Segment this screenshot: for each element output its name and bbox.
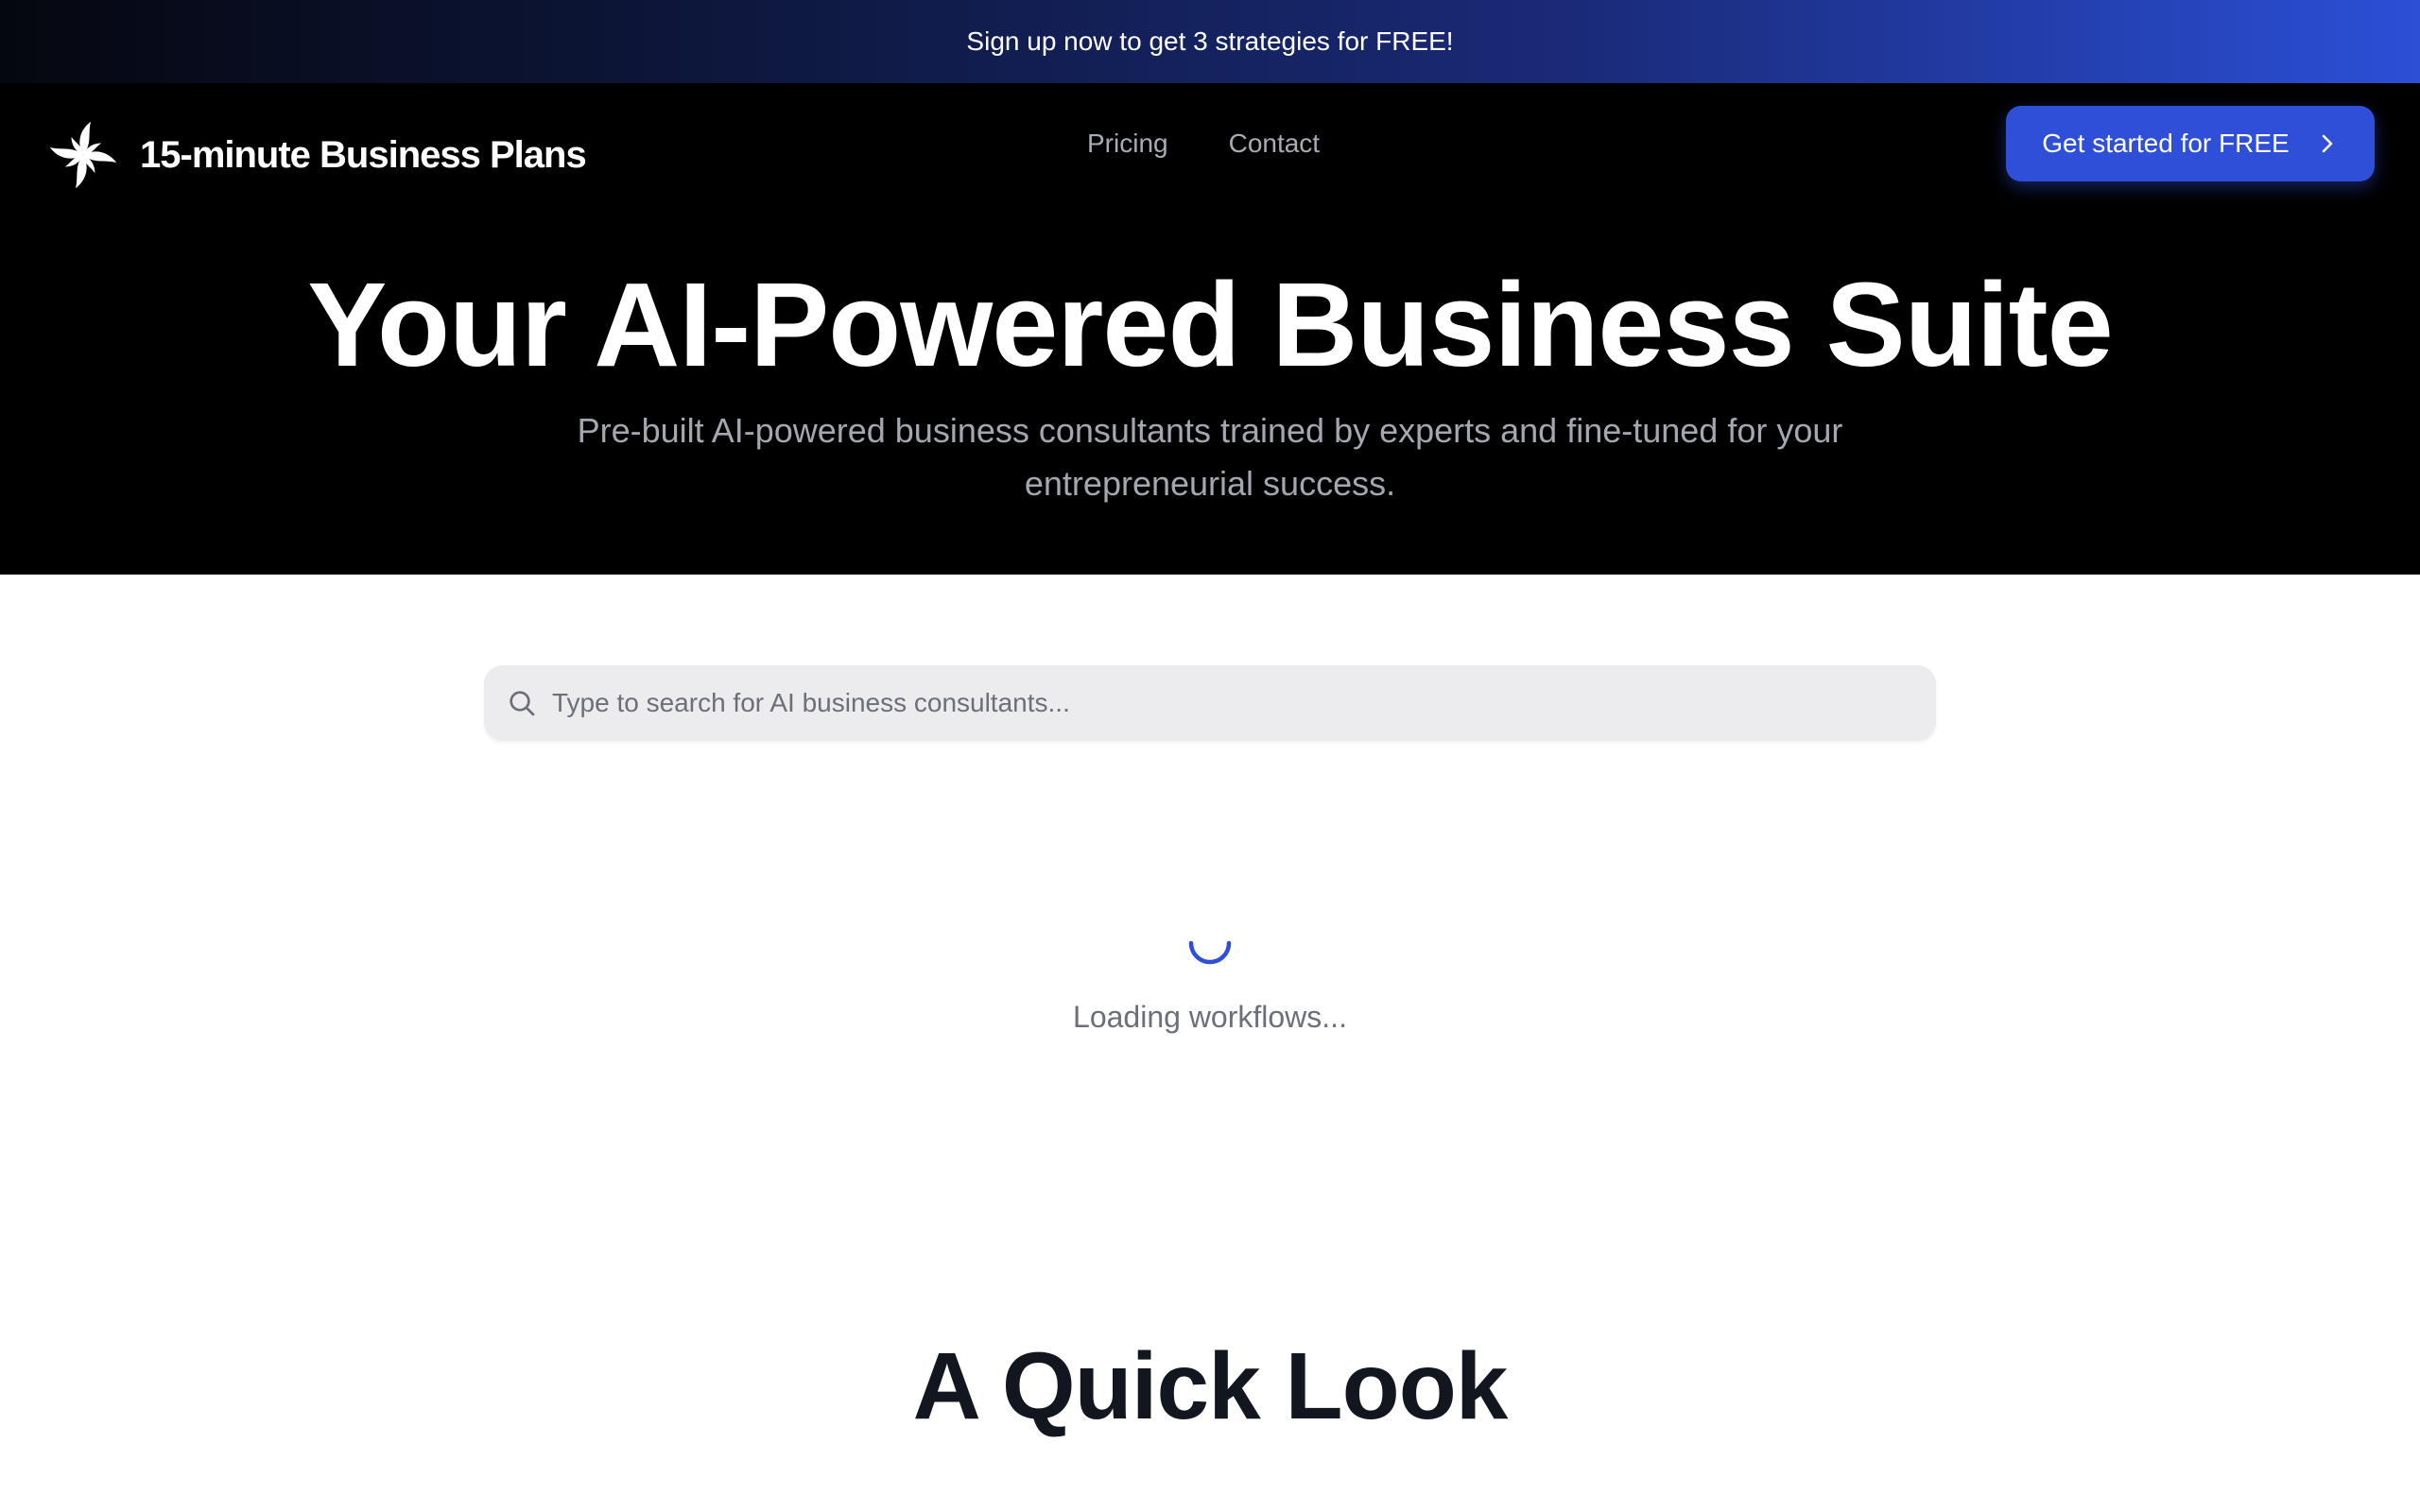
- search-bar[interactable]: [484, 665, 1936, 741]
- quick-look-title: A Quick Look: [912, 1333, 1509, 1439]
- site-logo[interactable]: 15-minute Business Plans: [45, 106, 587, 204]
- search-icon: [510, 691, 535, 716]
- search-input[interactable]: [550, 675, 1911, 731]
- nav-link-contact[interactable]: Contact: [1229, 129, 1321, 159]
- pinwheel-logo-icon: [49, 121, 117, 189]
- get-started-button[interactable]: Get started for FREE: [2006, 106, 2375, 181]
- get-started-label: Get started for FREE: [2042, 129, 2290, 158]
- chevron-right-icon: [2322, 134, 2333, 153]
- hero-subtitle: Pre-built AI-powered business consultant…: [577, 411, 1843, 503]
- main-nav: Pricing Contact: [1087, 83, 1320, 204]
- nav-link-pricing[interactable]: Pricing: [1087, 129, 1168, 159]
- loading-text: Loading workflows...: [1073, 1000, 1347, 1034]
- promo-banner[interactable]: Sign up now to get 3 strategies for FREE…: [0, 0, 2420, 83]
- promo-banner-text[interactable]: Sign up now to get 3 strategies for FREE…: [966, 26, 1453, 57]
- hero-section: 15-minute Business Plans Pricing Contact…: [0, 83, 2420, 575]
- logo-text[interactable]: 15-minute Business Plans: [140, 134, 587, 177]
- loading-spinner-icon: [1188, 940, 1232, 965]
- hero-title: Your AI-Powered Business Suite: [307, 258, 2113, 391]
